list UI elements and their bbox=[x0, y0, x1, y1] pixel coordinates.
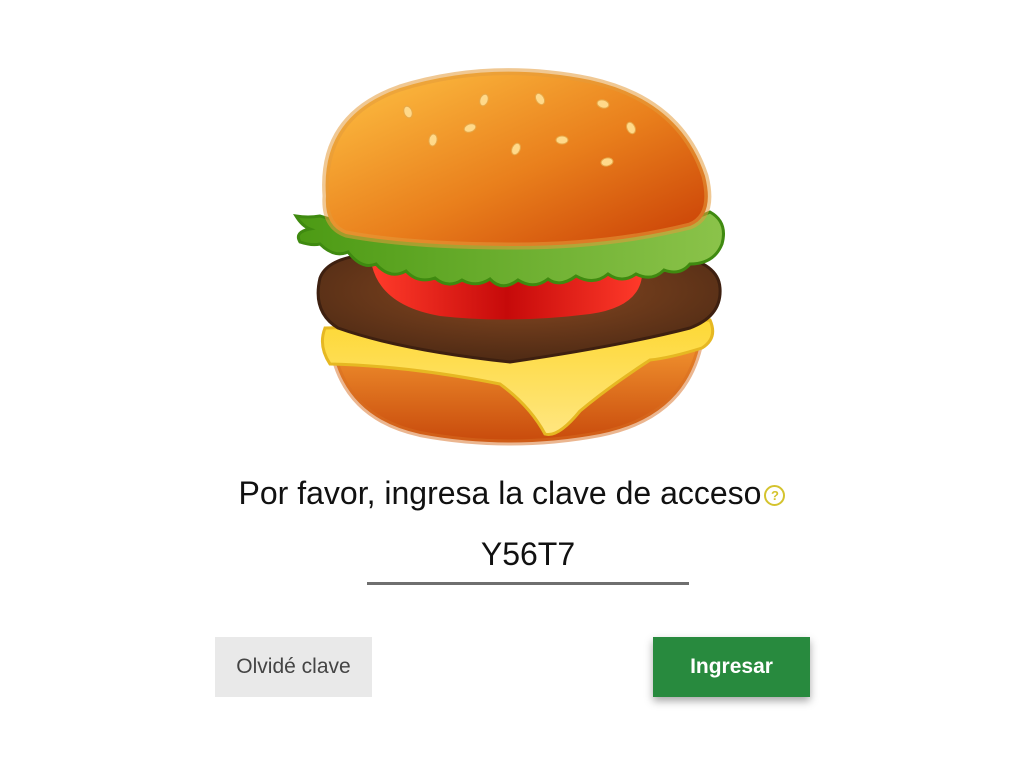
passcode-field bbox=[367, 530, 689, 585]
passcode-input[interactable] bbox=[367, 530, 689, 578]
enter-button[interactable]: Ingresar bbox=[653, 637, 810, 697]
passcode-prompt: Por favor, ingresa la clave de acceso? bbox=[0, 472, 1024, 514]
forgot-passcode-button[interactable]: Olvidé clave bbox=[215, 637, 372, 697]
hamburger-illustration bbox=[293, 68, 725, 446]
prompt-text: Por favor, ingresa la clave de acceso bbox=[238, 475, 762, 511]
help-circle-icon[interactable]: ? bbox=[764, 485, 786, 506]
login-screen: Por favor, ingresa la clave de acceso? O… bbox=[0, 0, 1024, 768]
